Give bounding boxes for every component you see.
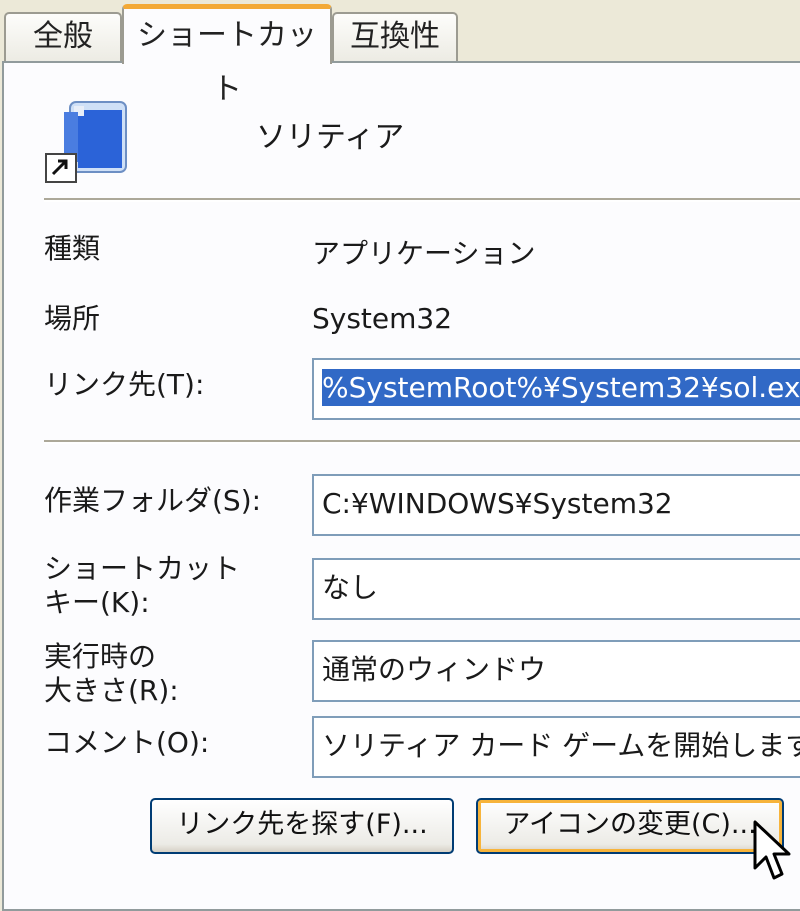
tab-strip: 全般 ショートカット 互換性 <box>0 0 800 107</box>
change-icon-button[interactable]: アイコンの変更(C)... <box>476 798 784 854</box>
tab-general[interactable]: 全般 <box>4 12 122 62</box>
runsize-label-line2: 大きさ(R): <box>44 674 179 707</box>
workdir-label: 作業フォルダ(S): <box>44 484 262 517</box>
location-value: System32 <box>312 302 453 335</box>
workdir-input[interactable]: C:¥WINDOWS¥System32 <box>312 474 800 536</box>
runsize-label-line1: 実行時の <box>44 640 157 673</box>
separator <box>44 198 800 202</box>
target-input[interactable]: %SystemRoot%¥System32¥sol.exe <box>312 358 800 420</box>
hotkey-label-line1: ショートカット <box>44 552 241 585</box>
comment-input[interactable]: ソリティア カード ゲームを開始します <box>312 716 800 778</box>
type-label: 種類 <box>44 232 101 265</box>
find-target-button[interactable]: リンク先を探す(F)... <box>150 798 454 854</box>
comment-value: ソリティア カード ゲームを開始します <box>322 729 800 762</box>
runsize-select[interactable]: 通常のウィンドウ <box>312 640 800 702</box>
separator <box>44 440 800 444</box>
type-value: アプリケーション <box>312 237 536 270</box>
mouse-cursor-icon <box>753 820 791 880</box>
tab-shortcut[interactable]: ショートカット <box>122 4 332 107</box>
target-label: リンク先(T): <box>44 368 205 401</box>
hotkey-label-line2: キー(K): <box>44 586 150 619</box>
target-value: %SystemRoot%¥System32¥sol.exe <box>322 369 800 406</box>
app-name: ソリティア <box>256 120 405 155</box>
runsize-value: 通常のウィンドウ <box>322 653 547 686</box>
workdir-value: C:¥WINDOWS¥System32 <box>322 487 673 520</box>
solitaire-shortcut-icon <box>45 101 127 183</box>
hotkey-input[interactable]: なし <box>312 558 800 620</box>
comment-label: コメント(O): <box>44 726 210 759</box>
location-label: 場所 <box>44 302 101 335</box>
hotkey-value: なし <box>322 571 379 604</box>
tab-compatibility[interactable]: 互換性 <box>332 12 458 62</box>
